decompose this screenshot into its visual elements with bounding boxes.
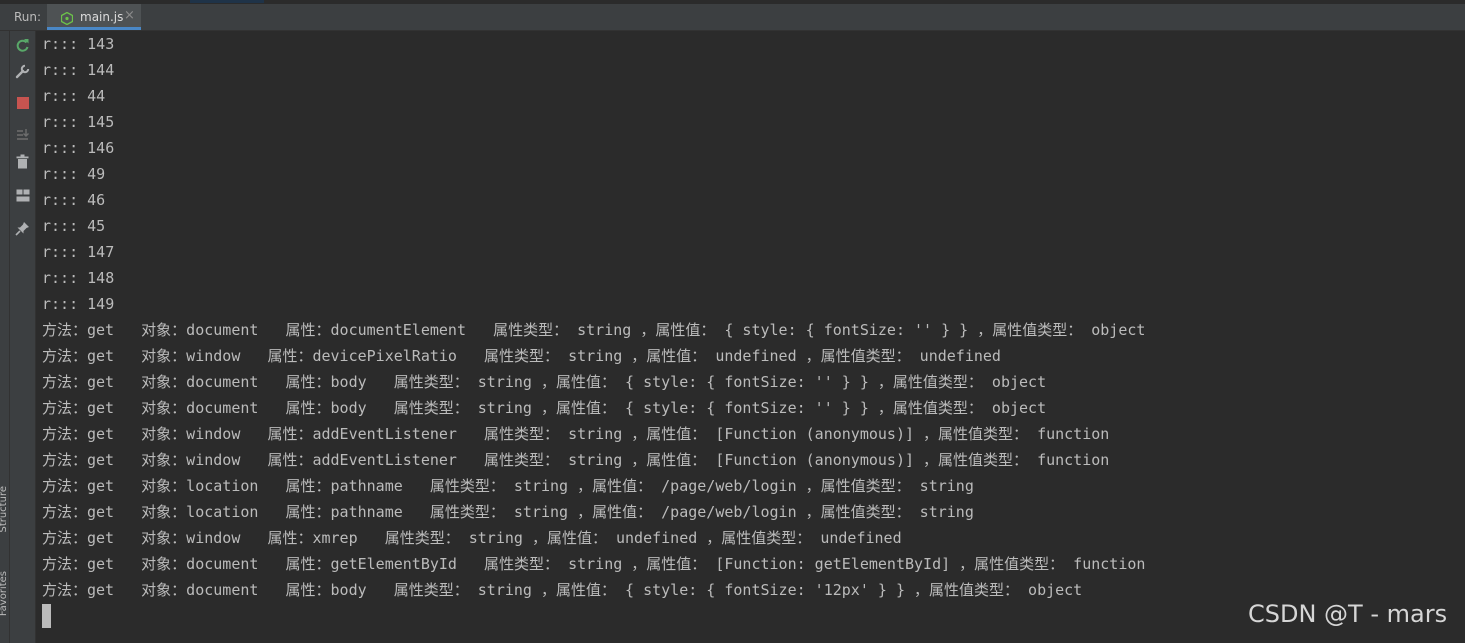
settings-button[interactable] — [14, 63, 31, 80]
console-line: 方法：get 对象：window 属性：addEventListener 属性类… — [42, 425, 1110, 443]
left-tool-strip: Structure Favorites — [0, 31, 10, 643]
console-lines: r::: 143 r::: 144 r::: 44 r::: 145 r::: … — [42, 31, 1145, 603]
stop-button[interactable] — [14, 94, 31, 111]
close-icon[interactable]: × — [124, 8, 135, 23]
tab-label: main.js — [80, 10, 124, 24]
pin-icon — [15, 222, 29, 236]
favorites-side-tab[interactable]: Favorites — [0, 571, 10, 616]
tab-main-js[interactable]: main.js × — [47, 4, 141, 30]
console-line: r::: 143 — [42, 35, 115, 53]
clear-all-button[interactable] — [14, 153, 31, 170]
layout-icon — [16, 189, 29, 202]
watermark: CSDN @T - mars — [1248, 600, 1448, 628]
console-line: 方法：get 对象：document 属性：getElementById 属性类… — [42, 555, 1146, 573]
layout-button[interactable] — [14, 187, 31, 204]
console-line: r::: 148 — [42, 269, 115, 287]
console-line: 方法：get 对象：document 属性：body 属性类型： string … — [42, 581, 1083, 599]
console-line: r::: 145 — [42, 113, 115, 131]
pin-tab-button[interactable] — [14, 220, 31, 237]
stop-icon — [16, 96, 29, 109]
console-line: r::: 147 — [42, 243, 115, 261]
console-line: 方法：get 对象：location 属性：pathname 属性类型： str… — [42, 477, 974, 495]
structure-side-tab[interactable]: Structure — [0, 486, 10, 533]
run-tool-window-header: Run: main.js × — [0, 4, 1465, 31]
run-toolbar — [10, 31, 36, 643]
console-line: r::: 45 — [42, 217, 106, 235]
console-line: 方法：get 对象：document 属性：body 属性类型： string … — [42, 399, 1047, 417]
console-output[interactable]: r::: 143 r::: 144 r::: 44 r::: 145 r::: … — [36, 31, 1465, 643]
console-line: r::: 149 — [42, 295, 115, 313]
sort-down-icon — [17, 129, 29, 140]
run-label: Run: — [14, 10, 42, 24]
top-strip-highlight — [190, 0, 264, 3]
console-line: 方法：get 对象：window 属性：xmrep 属性类型： string ，… — [42, 529, 902, 547]
scroll-to-end-button[interactable] — [14, 126, 31, 143]
console-line: 方法：get 对象：window 属性：devicePixelRatio 属性类… — [42, 347, 1001, 365]
rerun-button[interactable] — [14, 37, 31, 54]
console-line: r::: 44 — [42, 87, 106, 105]
console-line: r::: 146 — [42, 139, 115, 157]
console-line: r::: 46 — [42, 191, 106, 209]
trash-icon — [16, 154, 29, 169]
wrench-icon — [15, 64, 30, 79]
console-line: 方法：get 对象：document 属性：body 属性类型： string … — [42, 373, 1047, 391]
console-line: 方法：get 对象：window 属性：addEventListener 属性类… — [42, 451, 1110, 469]
console-line: r::: 49 — [42, 165, 106, 183]
rerun-icon — [16, 39, 29, 52]
console-line: 方法：get 对象：location 属性：pathname 属性类型： str… — [42, 503, 974, 521]
console-line: 方法：get 对象：document 属性：documentElement 属性… — [42, 321, 1146, 339]
text-cursor — [42, 604, 51, 628]
nodejs-file-icon — [60, 10, 74, 26]
console-line: r::: 144 — [42, 61, 115, 79]
